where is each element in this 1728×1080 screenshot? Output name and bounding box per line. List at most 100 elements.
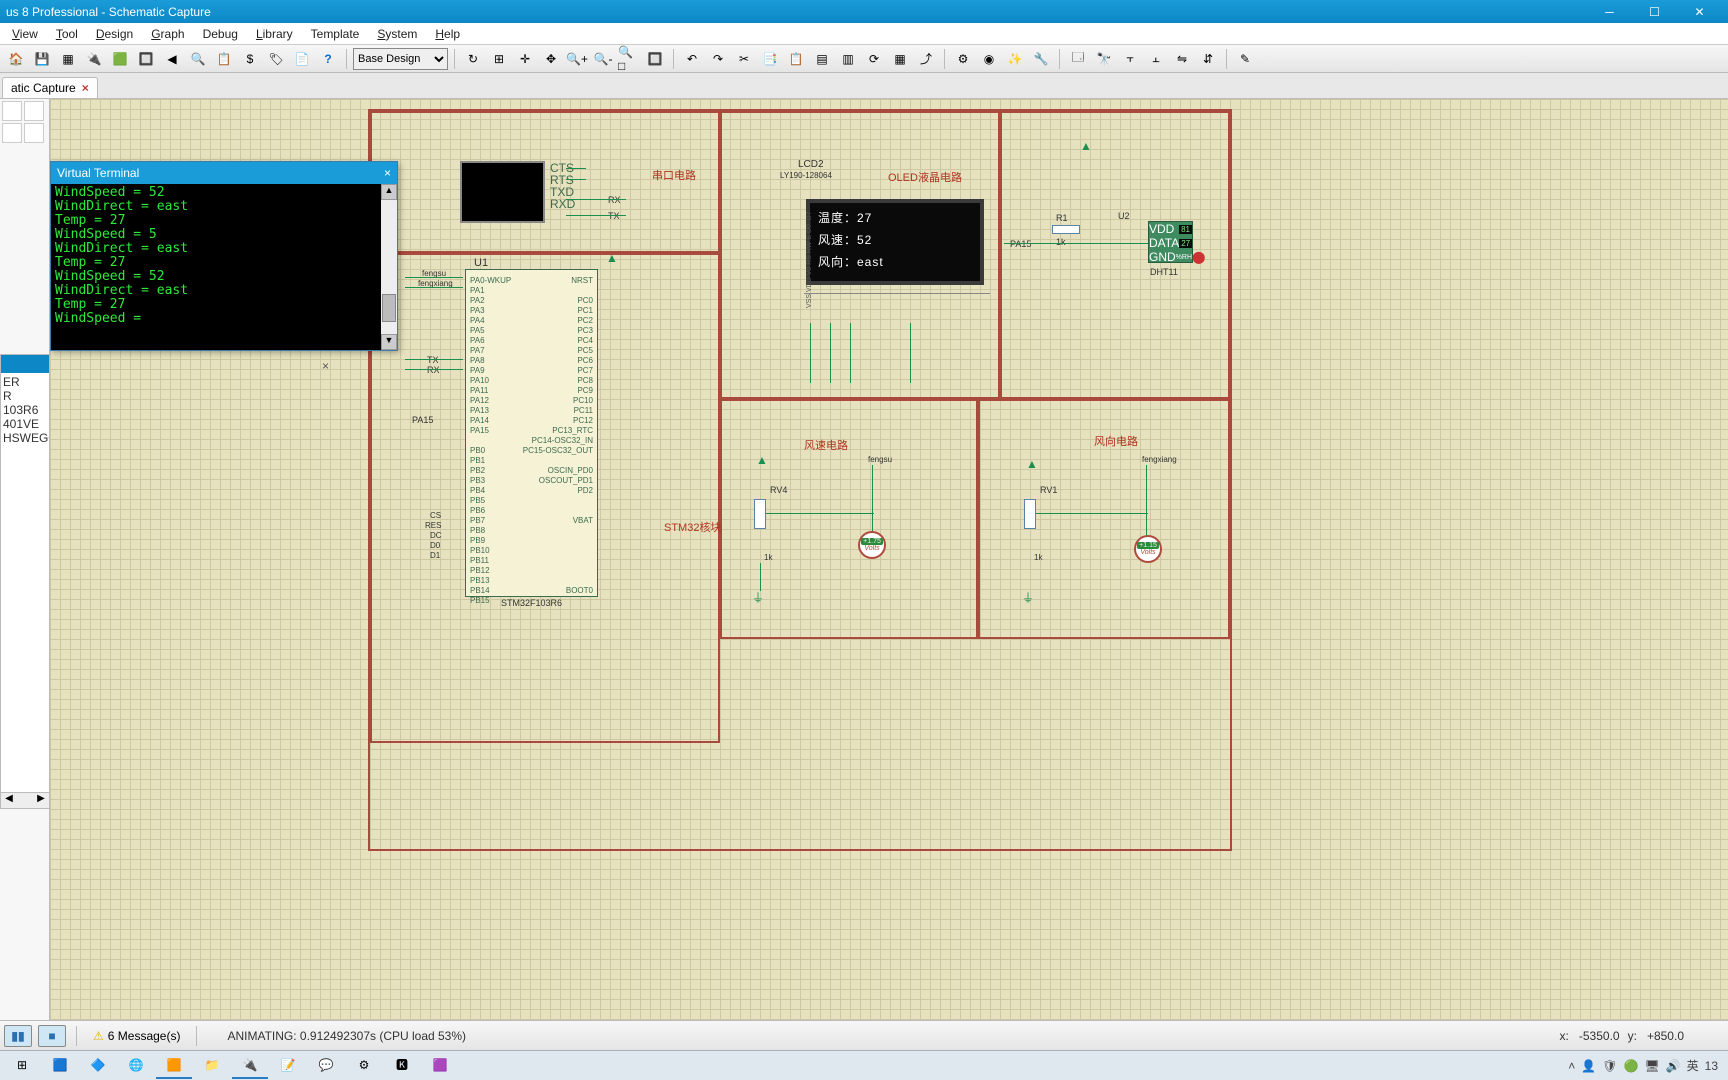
scroll-down-icon[interactable]: ▼	[381, 334, 397, 350]
taskbar-app[interactable]: 🟪	[422, 1053, 458, 1079]
paste-icon[interactable]: 📋	[784, 47, 808, 71]
taskbar-edge[interactable]: 🟦	[42, 1053, 78, 1079]
tool-b-icon[interactable]: ◉	[977, 47, 1001, 71]
wand-icon[interactable]: ✨	[1003, 47, 1027, 71]
menu-help[interactable]: Help	[427, 25, 468, 43]
zoomall-icon[interactable]: 🔍□	[617, 47, 641, 71]
vterm-device[interactable]	[460, 161, 545, 223]
zoomarea-icon[interactable]: 🔲	[643, 47, 667, 71]
lcd-display[interactable]: 温度：27 风速：52 风向：east	[806, 199, 984, 285]
resistor-r1[interactable]	[1052, 225, 1080, 234]
grid-icon[interactable]: ⊞	[487, 47, 511, 71]
tool-a-icon[interactable]: ⚙	[951, 47, 975, 71]
taskbar-start[interactable]: ⊞	[4, 1053, 40, 1079]
menu-design[interactable]: Design	[88, 25, 141, 43]
list-item[interactable]: 401VE	[3, 417, 47, 431]
pause-button[interactable]: ▮▮	[4, 1025, 32, 1047]
mode-icon[interactable]	[24, 101, 44, 121]
align-t-icon[interactable]: ⫟	[1118, 47, 1142, 71]
zoom-icon[interactable]: 🔍	[186, 47, 210, 71]
binoculars-icon[interactable]: 🔭	[1092, 47, 1116, 71]
block-delete-icon[interactable]: ▦	[888, 47, 912, 71]
zoomout-icon[interactable]: 🔍-	[591, 47, 615, 71]
block-rotate-icon[interactable]: ⟳	[862, 47, 886, 71]
pcb-icon[interactable]: 🟩	[108, 47, 132, 71]
close-icon[interactable]: ×	[82, 81, 89, 95]
design-select[interactable]: Base Design	[353, 48, 448, 70]
back-icon[interactable]: ◀	[160, 47, 184, 71]
hscroll[interactable]: ◀ ▶	[0, 792, 50, 809]
mcu-u1[interactable]: PA0-WKUP PA1 PA2 PA3 PA4 PA5 PA6 PA7 PA8…	[465, 269, 598, 597]
tray-icon[interactable]: 🛡	[1602, 1059, 1617, 1073]
mode-icon[interactable]	[2, 123, 22, 143]
voltprobe-left[interactable]: +1.75 Volts	[858, 531, 886, 559]
taskbar-keil[interactable]: 🅺	[384, 1053, 420, 1079]
tab-schematic[interactable]: atic Capture ×	[2, 77, 98, 98]
cut-icon[interactable]: ✂	[732, 47, 756, 71]
tray-volume-icon[interactable]: 🔊	[1666, 1059, 1681, 1073]
dht11-module[interactable]: VDD81 DATA27 GND%RH⬤	[1148, 221, 1193, 263]
tag-icon[interactable]: 🏷	[264, 47, 288, 71]
align-b-icon[interactable]: ⫠	[1144, 47, 1168, 71]
scroll-up-icon[interactable]: ▲	[381, 184, 397, 200]
taskbar-app[interactable]: 🔷	[80, 1053, 116, 1079]
refresh-icon[interactable]: ↻	[461, 47, 485, 71]
system-tray[interactable]: ˄ 👤 🛡 🟢 🖥 🔊 英 13	[1568, 1057, 1724, 1074]
schematic-icon[interactable]: 🔌	[82, 47, 106, 71]
taskbar-word[interactable]: 📝	[270, 1053, 306, 1079]
tray-icon[interactable]: 🟢	[1623, 1059, 1638, 1073]
list-item[interactable]: 103R6	[3, 403, 47, 417]
taskbar-explorer[interactable]: 📁	[194, 1053, 230, 1079]
virtual-terminal-window[interactable]: Virtual Terminal × WindSpeed = 52 WindDi…	[50, 161, 398, 351]
flip-h-icon[interactable]: ⇋	[1170, 47, 1194, 71]
taskbar-wechat[interactable]: 💬	[308, 1053, 344, 1079]
list-item[interactable]: R	[3, 389, 47, 403]
scrollbar[interactable]: ▲ ▼	[381, 184, 397, 350]
minimize-button[interactable]: ─	[1587, 2, 1632, 22]
device-list[interactable]: ER R 103R6 401VE HSWEG01	[1, 373, 49, 447]
undo-icon[interactable]: ↶	[680, 47, 704, 71]
save-icon[interactable]: 💾	[30, 47, 54, 71]
menu-system[interactable]: System	[369, 25, 425, 43]
help-icon[interactable]: ?	[316, 47, 340, 71]
voltprobe-right[interactable]: +1.15 Volts	[1134, 535, 1162, 563]
tray-time[interactable]: 13	[1705, 1059, 1718, 1073]
pot-rv1[interactable]	[1024, 499, 1036, 529]
redo-icon[interactable]: ↷	[706, 47, 730, 71]
menu-graph[interactable]: Graph	[143, 25, 192, 43]
wrench-icon[interactable]: 🔧	[1029, 47, 1053, 71]
menu-library[interactable]: Library	[248, 25, 301, 43]
copy-icon[interactable]: 📑	[758, 47, 782, 71]
tray-ime[interactable]: 英	[1687, 1057, 1699, 1074]
scroll-right-icon[interactable]: ▶	[33, 793, 49, 808]
flip-v-icon[interactable]: ⇵	[1196, 47, 1220, 71]
dollar-icon[interactable]: $	[238, 47, 262, 71]
messages-button[interactable]: ⚠ 6 Message(s)	[87, 1029, 186, 1043]
tray-icon[interactable]: 🖥	[1644, 1059, 1659, 1073]
home-icon[interactable]: 🏠	[4, 47, 28, 71]
device-list-panel[interactable]: ER R 103R6 401VE HSWEG01	[0, 354, 50, 809]
menu-debug[interactable]: Debug	[195, 25, 246, 43]
menu-view[interactable]: View	[4, 25, 46, 43]
area-icon[interactable]: ▦	[56, 47, 80, 71]
schematic-canvas[interactable]: CTS RTS TXD RXD RX TX 串口电路 U1 PA0-WKUP P…	[50, 99, 1728, 1020]
mode-icon[interactable]	[24, 123, 44, 143]
close-icon[interactable]: ×	[384, 166, 391, 180]
mode-icon[interactable]	[2, 101, 22, 121]
taskbar-chrome[interactable]: 🌐	[118, 1053, 154, 1079]
pot-rv4[interactable]	[754, 499, 766, 529]
taskbar-proteus[interactable]: 🔌	[232, 1053, 268, 1079]
scroll-thumb[interactable]	[382, 294, 396, 322]
tray-icon[interactable]: 👤	[1581, 1059, 1596, 1073]
block-copy-icon[interactable]: ▤	[810, 47, 834, 71]
stop-button[interactable]: ■	[38, 1025, 66, 1047]
close-icon[interactable]: ×	[322, 359, 329, 373]
maximize-button[interactable]: ☐	[1632, 2, 1677, 22]
doc-icon[interactable]: 📄	[290, 47, 314, 71]
scroll-left-icon[interactable]: ◀	[1, 793, 17, 808]
block-move-icon[interactable]: ▥	[836, 47, 860, 71]
window-icon[interactable]: 🗔	[1066, 47, 1090, 71]
taskbar-settings[interactable]: ⚙	[346, 1053, 382, 1079]
taskbar-app[interactable]: 🟧	[156, 1053, 192, 1079]
menu-tool[interactable]: Tool	[48, 25, 86, 43]
